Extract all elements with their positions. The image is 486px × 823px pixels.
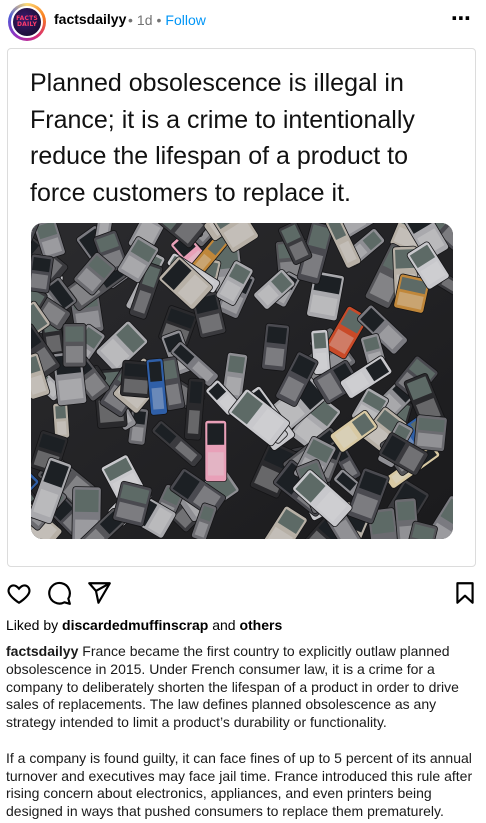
follow-button[interactable]: Follow: [165, 12, 205, 28]
post-username[interactable]: factsdailyy: [54, 11, 126, 27]
liked-by-others[interactable]: others: [239, 617, 282, 633]
avatar-image: FACTS DAILY: [11, 6, 43, 38]
likes-joiner: and: [208, 617, 240, 633]
likes-summary[interactable]: Liked by discardedmuffinscrap and others: [6, 617, 282, 633]
send-icon[interactable]: [86, 580, 112, 606]
more-icon[interactable]: ⋯: [451, 6, 472, 31]
caption-username[interactable]: factsdailyy: [6, 643, 78, 659]
caption-paragraph: factsdailyy France became the first coun…: [6, 643, 480, 732]
caption-text-2: If a company is found guilty, it can fac…: [6, 749, 473, 820]
likes-prefix: Liked by: [6, 617, 63, 633]
avatar[interactable]: FACTS DAILY: [8, 3, 46, 41]
caption-paragraph: If a company is found guilty, it can fac…: [6, 750, 480, 821]
heart-icon[interactable]: [6, 580, 32, 606]
post-header: FACTS DAILY factsdailyy • 1d • Follow ⋯: [0, 0, 486, 41]
post-time: 1d: [136, 12, 153, 28]
phones-pile-image: [31, 223, 453, 539]
meta-separator: •: [128, 12, 133, 28]
post-headline: Planned obsolescence is illegal in Franc…: [30, 69, 415, 207]
post-caption: factsdailyy France became the first coun…: [6, 643, 480, 821]
meta-separator: •: [156, 12, 162, 28]
comment-icon[interactable]: [46, 580, 72, 606]
liked-by-user[interactable]: discardedmuffinscrap: [62, 617, 208, 633]
post-media[interactable]: Planned obsolescence is illegal in Franc…: [7, 48, 476, 567]
bookmark-icon[interactable]: [452, 580, 478, 606]
action-bar: [0, 576, 486, 608]
post-meta: • 1d • Follow: [124, 12, 206, 28]
avatar-logo-text: FACTS DAILY: [16, 15, 38, 28]
